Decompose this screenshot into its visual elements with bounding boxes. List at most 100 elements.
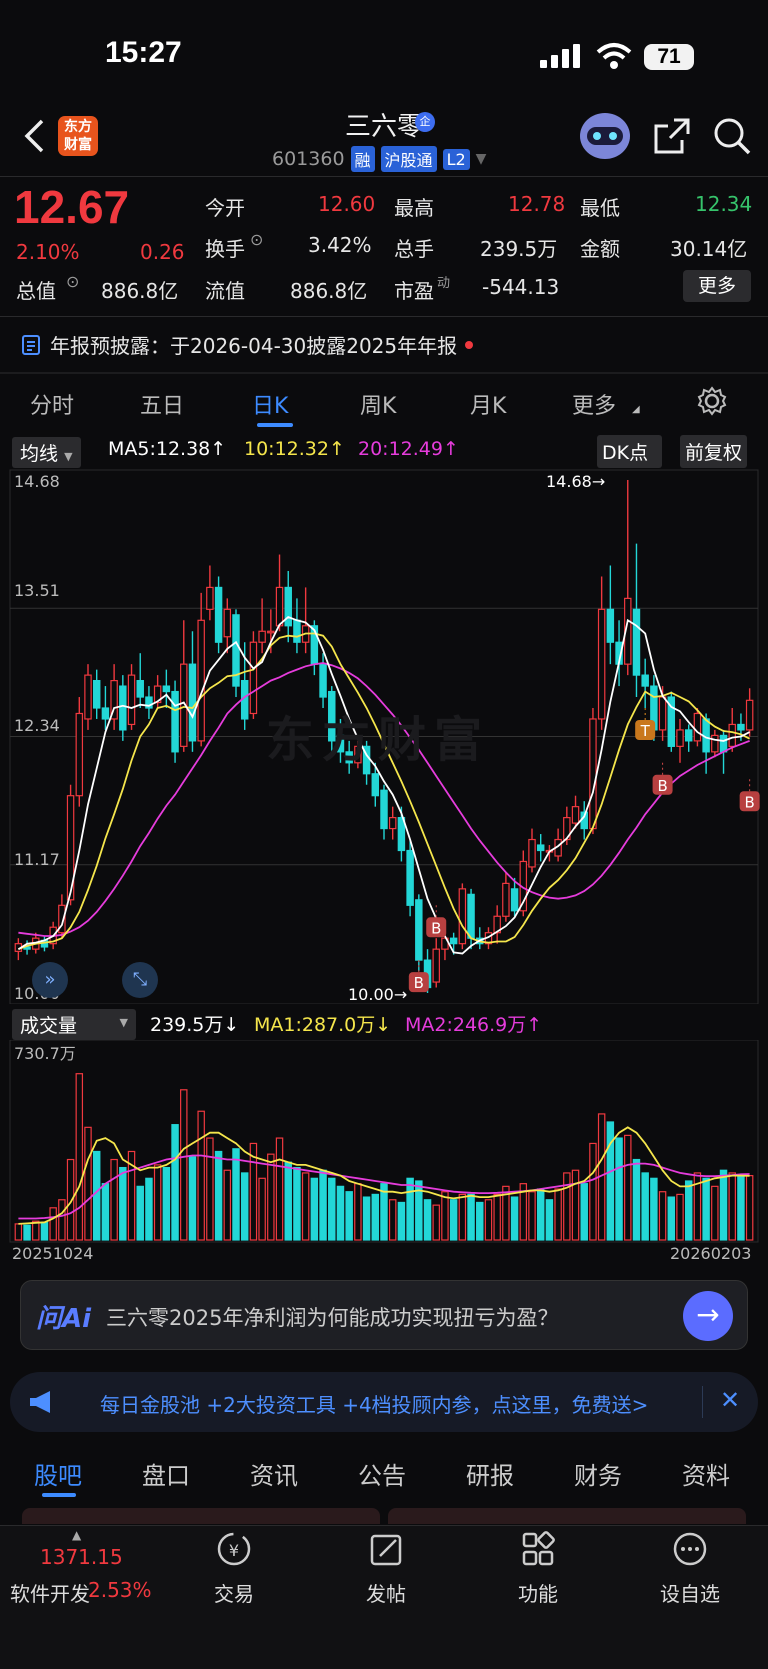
tab-financials[interactable]: 财务	[574, 1456, 622, 1491]
indicator-selector[interactable]: 均线 ▼	[12, 437, 81, 468]
candle-body	[502, 882, 510, 917]
close-icon[interactable]: ✕	[720, 1386, 740, 1414]
expand-panel-icon[interactable]: »	[32, 962, 68, 998]
sector-index-value[interactable]: 1371.15	[40, 1545, 123, 1569]
volume-bar	[728, 1172, 736, 1241]
candle	[676, 718, 684, 763]
volume-bar	[667, 1196, 676, 1241]
candle	[728, 708, 736, 752]
volume-bar	[624, 1134, 632, 1241]
volume-bar	[336, 1185, 345, 1241]
candle	[589, 708, 597, 835]
adjust-mode-button[interactable]: 前复权	[680, 435, 748, 468]
volume-bar	[493, 1193, 501, 1241]
volume-bar	[110, 1158, 118, 1241]
pe-dynamic-mark: 动	[437, 276, 451, 291]
candle-body	[371, 773, 380, 797]
candle	[476, 927, 484, 950]
nav-apps-label[interactable]: 功能	[488, 1578, 588, 1607]
volume-bar	[554, 1188, 562, 1241]
volume-bar	[58, 1199, 66, 1241]
candle-body	[571, 806, 580, 824]
share-icon[interactable]	[652, 116, 692, 156]
volume-bar	[293, 1166, 301, 1241]
nav-trade-label[interactable]: 交易	[184, 1578, 284, 1607]
app-root: 15:27 71 东方 财富 三六零 企 601360 融 沪股通 L2 ▼ 1…	[0, 0, 768, 1669]
candle-body	[258, 630, 266, 643]
float-cap-value: 886.8亿	[290, 279, 368, 303]
candle	[406, 839, 414, 917]
sector-index-name[interactable]: 软件开发	[10, 1578, 90, 1607]
more-quote-button[interactable]: 更多	[683, 270, 751, 302]
notice-divider	[0, 372, 768, 374]
candle-body	[745, 699, 754, 731]
info-icon[interactable]: ⊙	[250, 230, 263, 249]
volume-bar	[214, 1150, 223, 1241]
volume-bar	[84, 1126, 92, 1241]
robot-assistant-icon[interactable]	[578, 110, 632, 160]
info-icon[interactable]: ⊙	[66, 272, 79, 291]
volume-bar	[406, 1177, 414, 1241]
candle-body	[92, 679, 101, 709]
annual-report-notice[interactable]: 年报预披露：于2026-04-30披露2025年年报	[20, 330, 474, 359]
tab-monthly-k[interactable]: 月K	[470, 388, 506, 420]
volume-bar	[536, 1188, 545, 1241]
tab-intraday[interactable]: 分时	[30, 388, 74, 420]
promo-text[interactable]: 每日金股池 +2大投资工具 +4档投顾内参，点这里，免费送>	[100, 1389, 648, 1418]
signal-marker-label: B	[657, 777, 667, 795]
candle	[162, 669, 171, 708]
active-bottom-tab-indicator	[42, 1493, 76, 1497]
search-icon[interactable]	[712, 116, 752, 156]
volume-indicator-selector[interactable]: 成交量 ▼	[12, 1009, 136, 1040]
volume-bar	[684, 1180, 693, 1241]
volume-bar	[458, 1193, 467, 1241]
candle-body	[84, 674, 92, 720]
volume-bar	[545, 1199, 554, 1241]
tab-weekly-k[interactable]: 周K	[360, 388, 396, 420]
settings-gear-icon[interactable]	[697, 386, 727, 416]
candle	[415, 894, 423, 972]
tab-forum[interactable]: 股吧	[34, 1456, 82, 1491]
ma10-text: 10:12.32	[244, 438, 329, 460]
stock-code-line[interactable]: 601360 融 沪股通 L2 ▼	[272, 146, 486, 172]
tab-more-periods[interactable]: 更多	[572, 388, 616, 420]
volume-chart[interactable]	[0, 1040, 768, 1246]
volume-bar	[397, 1201, 406, 1241]
volume-bar	[528, 1191, 536, 1241]
nav-watchlist-label[interactable]: 设自选	[640, 1578, 740, 1607]
candle-body	[101, 707, 110, 720]
candle	[493, 905, 501, 944]
candle	[536, 834, 545, 862]
tab-five-day[interactable]: 五日	[140, 388, 184, 420]
volume-bar	[284, 1161, 292, 1241]
last-price: 12.67	[14, 181, 130, 233]
x-tick-end: 20260203	[670, 1244, 752, 1263]
tab-news[interactable]: 资讯	[250, 1456, 298, 1491]
candle-body	[206, 586, 214, 610]
dk-point-button[interactable]: DK点	[597, 435, 663, 468]
apps-icon[interactable]	[488, 1530, 588, 1575]
trade-icon[interactable]: ¥	[184, 1530, 284, 1575]
ai-question-text[interactable]: 三六零2025年净利润为何能成功实现扭亏为盈？	[106, 1302, 558, 1332]
nav-post-label[interactable]: 发帖	[336, 1578, 436, 1607]
volume-bar	[223, 1169, 232, 1241]
tab-research[interactable]: 研报	[466, 1456, 514, 1491]
signal-marker-B: B	[408, 972, 429, 993]
collapse-up-icon[interactable]: ▲	[72, 1528, 81, 1542]
sector-index-change: 2.53%	[88, 1578, 152, 1602]
tab-daily-k[interactable]: 日K	[252, 388, 288, 420]
volume-bar	[476, 1201, 484, 1241]
tab-profile[interactable]: 资料	[682, 1456, 730, 1491]
candle-body	[267, 630, 275, 634]
post-icon[interactable]	[336, 1530, 436, 1575]
pe-value: -544.13	[482, 275, 560, 299]
min-price-value: 10.00	[348, 985, 394, 1004]
tab-order-book[interactable]: 盘口	[142, 1456, 190, 1491]
tab-announcements[interactable]: 公告	[358, 1456, 406, 1491]
ai-submit-arrow-icon[interactable]: →	[683, 1291, 733, 1341]
battery-icon: 71	[644, 44, 694, 70]
tag-connect: 沪股通	[380, 146, 437, 172]
enterprise-badge: 企	[415, 112, 435, 132]
more-icon[interactable]	[640, 1530, 740, 1575]
fullscreen-icon[interactable]: ⤡	[122, 962, 158, 998]
